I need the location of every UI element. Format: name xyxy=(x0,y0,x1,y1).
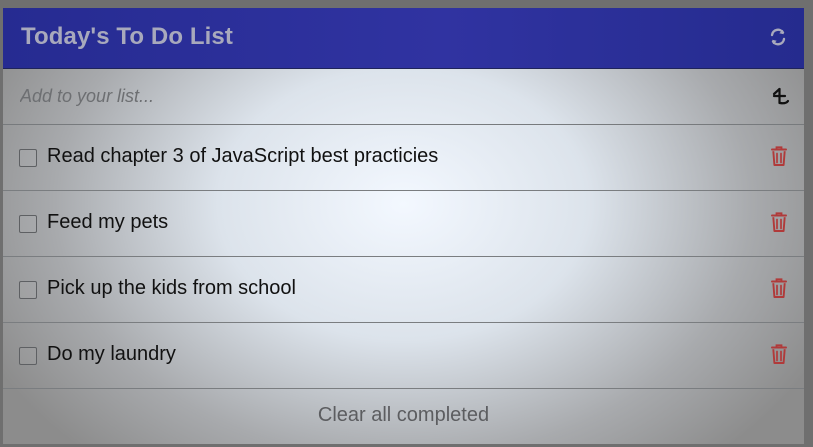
add-icon-graphic xyxy=(772,87,790,105)
todo-checkbox[interactable] xyxy=(19,347,37,365)
todo-label: Pick up the kids from school xyxy=(47,277,296,299)
refresh-icon[interactable] xyxy=(768,27,788,47)
add-item-row xyxy=(3,69,804,125)
todo-item: Pick up the kids from school xyxy=(3,257,804,323)
trash-icon-graphic xyxy=(771,344,787,364)
todo-item: Feed my pets xyxy=(3,191,804,257)
todo-list: Read chapter 3 of JavaScript best practi… xyxy=(3,125,804,389)
trash-icon-graphic xyxy=(771,146,787,166)
add-icon[interactable] xyxy=(769,85,791,107)
trash-icon[interactable] xyxy=(770,343,788,365)
todo-item: Read chapter 3 of JavaScript best practi… xyxy=(3,125,804,191)
trash-icon[interactable] xyxy=(770,277,788,299)
todo-checkbox[interactable] xyxy=(19,281,37,299)
todo-app: Today's To Do List Read chapter 3 of Jav… xyxy=(3,8,804,444)
trash-icon-graphic xyxy=(771,212,787,232)
todo-checkbox[interactable] xyxy=(19,149,37,167)
page-title: Today's To Do List xyxy=(21,23,233,50)
todo-label: Feed my pets xyxy=(47,211,169,233)
trash-icon-graphic xyxy=(771,278,787,298)
todo-label: Read chapter 3 of JavaScript best practi… xyxy=(47,145,439,167)
clear-completed-button[interactable]: Clear all completed xyxy=(3,404,804,427)
trash-icon[interactable] xyxy=(770,145,788,167)
add-item-input[interactable] xyxy=(3,69,763,124)
footer-bar: Clear all completed xyxy=(3,389,804,444)
todo-label: Do my laundry xyxy=(47,343,176,365)
todo-checkbox[interactable] xyxy=(19,215,37,233)
todo-item: Do my laundry xyxy=(3,323,804,389)
header-bar: Today's To Do List xyxy=(3,8,804,69)
trash-icon[interactable] xyxy=(770,211,788,233)
refresh-icon-graphic xyxy=(770,28,786,46)
